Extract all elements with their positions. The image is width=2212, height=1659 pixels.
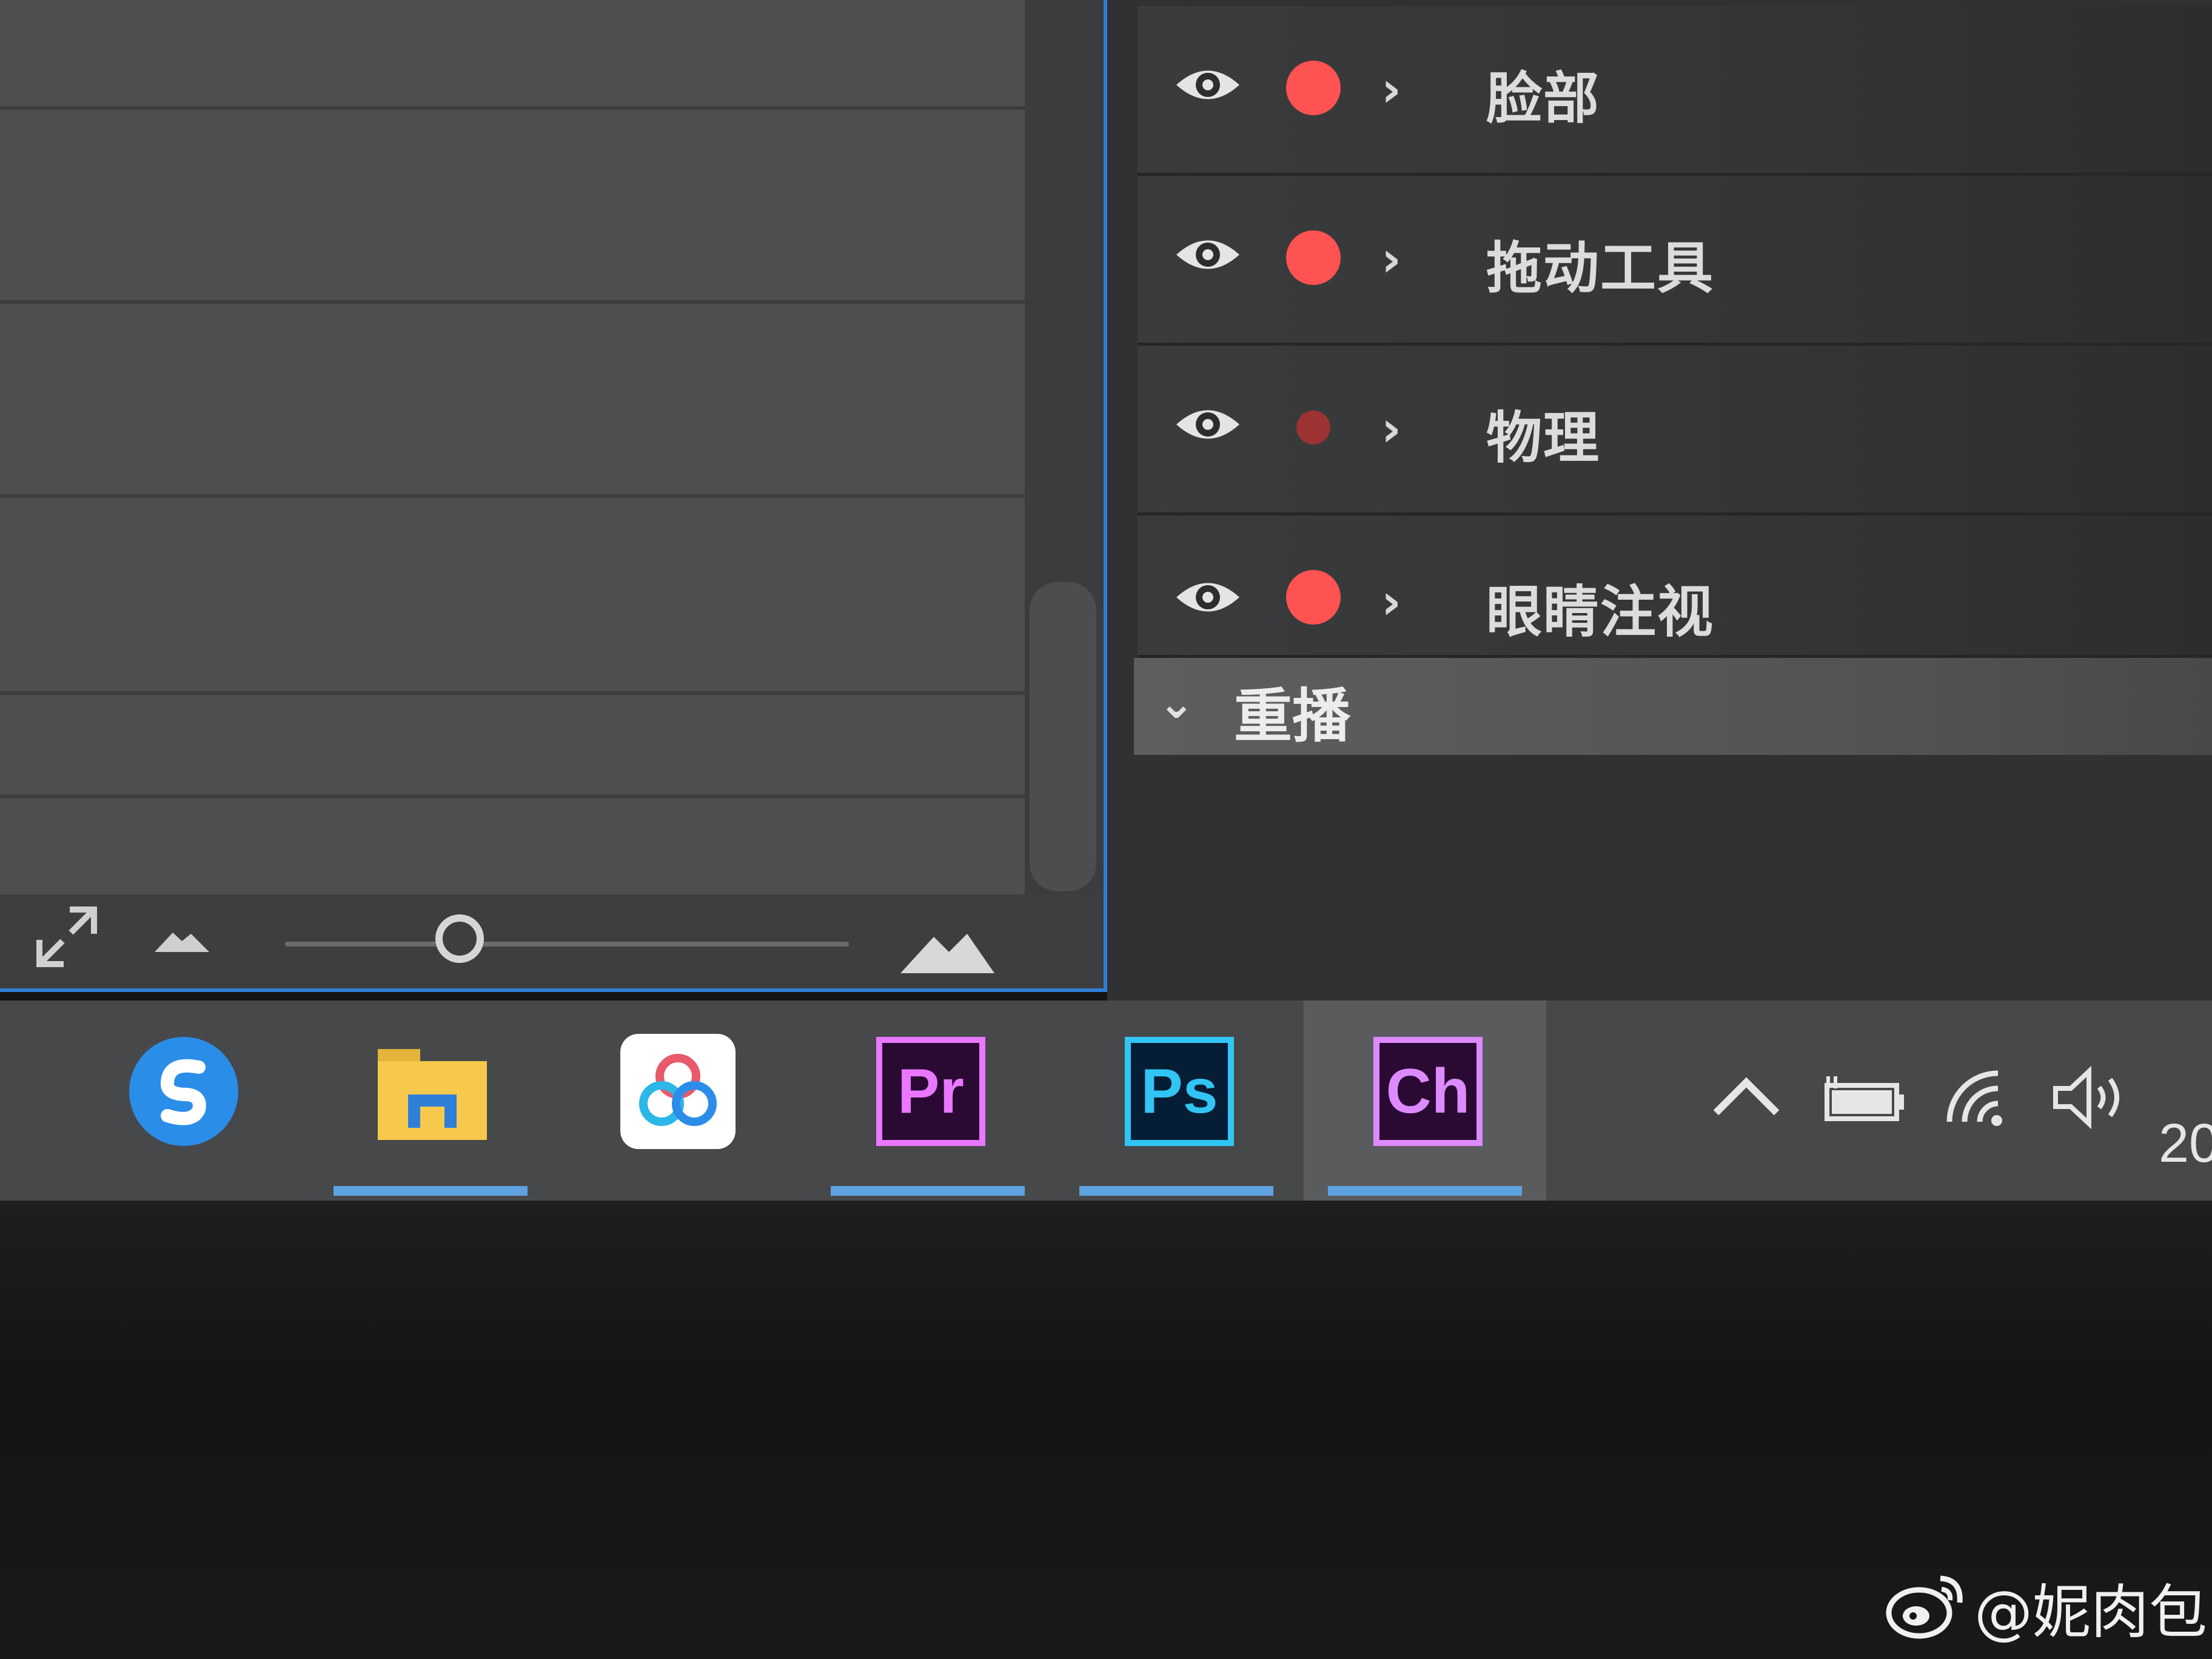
- track-divider: [0, 794, 1025, 798]
- baidu-netdisk-icon: [620, 1034, 736, 1149]
- track-divider: [0, 300, 1025, 304]
- track-divider: [0, 494, 1025, 498]
- layer-label: 拖动工具: [1486, 235, 1715, 301]
- volume-icon[interactable]: [2049, 1064, 2134, 1131]
- scrollbar-thumb[interactable]: [1030, 582, 1096, 891]
- running-indicator: [1079, 1186, 1273, 1196]
- taskbar-app-sogou[interactable]: [61, 1000, 303, 1201]
- layer-row-dragger[interactable]: › 拖动工具: [1138, 176, 2212, 346]
- layer-row-eye-gaze[interactable]: › 眼睛注视: [1138, 515, 2212, 658]
- chevron-up-icon[interactable]: [1710, 1067, 1783, 1122]
- running-indicator: [831, 1186, 1025, 1196]
- zoom-slider[interactable]: [285, 942, 849, 947]
- layer-row-physics[interactable]: › 物理: [1138, 346, 2212, 515]
- zoom-in-icon[interactable]: [900, 931, 994, 973]
- taskbar-app-file-explorer[interactable]: [309, 1000, 552, 1201]
- timeline-track-area[interactable]: [0, 0, 1025, 894]
- file-explorer-icon: [378, 1049, 487, 1140]
- eye-icon[interactable]: [1174, 403, 1242, 446]
- record-arm-dot-disarmed[interactable]: [1296, 411, 1330, 444]
- layer-label: 物理: [1486, 405, 1601, 471]
- watermark: @妮肉包: [1886, 1564, 2207, 1649]
- layers-panel: › 脸部 › 拖动工具 › 物理 › 眼睛注视: [1107, 0, 2212, 1000]
- zoom-out-icon[interactable]: [155, 928, 209, 952]
- timeline-panel: [0, 0, 1107, 992]
- battery-icon[interactable]: [1822, 1076, 1907, 1122]
- sogou-icon: [129, 1037, 238, 1146]
- record-arm-dot[interactable]: [1286, 570, 1341, 625]
- chevron-right-icon[interactable]: ›: [1381, 405, 1401, 454]
- track-divider: [0, 691, 1025, 695]
- monitor-bezel: [0, 1201, 2212, 1659]
- layer-label: 脸部: [1486, 65, 1601, 131]
- chevron-right-icon[interactable]: ›: [1381, 235, 1401, 284]
- zoom-slider-handle[interactable]: [435, 914, 484, 963]
- chevron-right-icon[interactable]: ›: [1381, 578, 1401, 626]
- taskbar-app-premiere[interactable]: Pr: [806, 1000, 1049, 1201]
- watermark-text: @妮肉包: [1974, 1578, 2207, 1646]
- photoshop-icon: Ps: [1125, 1037, 1234, 1146]
- chevron-down-icon[interactable]: ⌄: [1158, 681, 1195, 725]
- chevron-right-icon[interactable]: ›: [1381, 65, 1401, 114]
- layer-row-face[interactable]: › 脸部: [1138, 6, 2212, 176]
- taskbar-app-character-animator[interactable]: Ch: [1304, 1000, 1546, 1201]
- weibo-icon: [1886, 1575, 1963, 1639]
- section-label: 重播: [1234, 682, 1350, 750]
- layer-label: 眼睛注视: [1486, 579, 1715, 645]
- expand-icon[interactable]: [33, 903, 100, 970]
- record-arm-dot[interactable]: [1286, 61, 1341, 115]
- premiere-icon: Pr: [876, 1037, 985, 1146]
- record-arm-dot[interactable]: [1286, 230, 1341, 285]
- running-indicator: [1328, 1186, 1522, 1196]
- eye-icon[interactable]: [1174, 64, 1242, 106]
- taskbar-app-photoshop[interactable]: Ps: [1055, 1000, 1298, 1201]
- taskbar-app-baidu-netdisk[interactable]: [555, 1000, 797, 1201]
- character-animator-icon: Ch: [1373, 1037, 1483, 1146]
- wifi-icon[interactable]: [1943, 1067, 2016, 1128]
- eye-icon[interactable]: [1174, 233, 1242, 276]
- eye-icon[interactable]: [1174, 576, 1242, 618]
- track-divider: [0, 106, 1025, 110]
- taskbar-clock[interactable]: 20: [2159, 1113, 2212, 1175]
- section-header-replay[interactable]: ⌄ 重播: [1134, 658, 2212, 755]
- running-indicator: [333, 1186, 528, 1196]
